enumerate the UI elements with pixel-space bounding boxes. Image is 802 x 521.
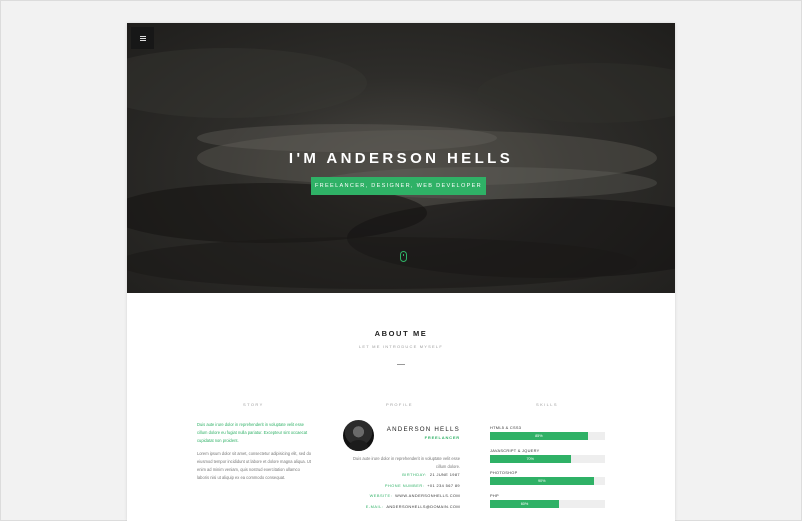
page-canvas: I'M ANDERSON HELLS FREELANCER, DESIGNER,… <box>127 23 675 521</box>
menu-button[interactable] <box>131 27 154 49</box>
info-key: PHONE NUMBER: <box>384 482 425 488</box>
hero-section: I'M ANDERSON HELLS FREELANCER, DESIGNER,… <box>127 23 675 293</box>
skill-bar-track: 60% <box>490 499 605 508</box>
story-body: Lorem ipsum dolor sit amet, consectetur … <box>197 451 312 480</box>
info-key: E-MAIL: <box>365 503 384 509</box>
profile-name: ANDERSON HELLS <box>386 426 460 433</box>
hero-title: I'M ANDERSON HELLS <box>288 150 514 167</box>
profile-info-birthday: BIRTHDAY: 21 JUNE 1987 <box>343 470 460 481</box>
skill-label: PHP <box>490 492 499 498</box>
skill-label: PHOTOSHOP <box>490 470 518 475</box>
profile-info-website: WEBSITE: WWW.ANDERSONHELLS.COM <box>343 491 460 502</box>
skill-item: JAVASCRIPT & JQUERY 70% <box>490 448 605 471</box>
skills-list: HTML5 & CSS3 85% JAVASCRIPT & JQUERY 70%… <box>490 425 605 515</box>
story-column: Duis aute irure dolor in reprehenderit i… <box>197 421 312 482</box>
skill-bar-fill: 60% <box>490 499 559 508</box>
profile-role: FREELANCER <box>424 435 460 440</box>
skills-heading: SKILLS <box>536 402 558 407</box>
skill-bar-track: 85% <box>490 432 605 440</box>
story-highlight: Duis aute irure dolor in reprehenderit i… <box>197 422 308 443</box>
info-key: BIRTHDAY: <box>402 472 427 477</box>
section-divider <box>397 364 405 365</box>
email-link[interactable]: ANDERSONHELLS@DOMAIN.COM <box>386 502 460 513</box>
mouse-icon[interactable] <box>400 251 407 262</box>
info-value: 21 JUNE 1987 <box>429 472 460 477</box>
profile-info-email: E-MAIL: ANDERSONHELLS@DOMAIN.COM <box>343 502 460 513</box>
hamburger-icon <box>139 35 146 41</box>
skill-bar-track: 70% <box>490 454 605 463</box>
profile-info-list: BIRTHDAY: 21 JUNE 1987 PHONE NUMBER: +01… <box>343 470 460 512</box>
info-key: WEBSITE: <box>369 493 393 498</box>
section-subtitle: LET ME INTRODUCE MYSELF <box>359 344 443 349</box>
website-link[interactable]: WWW.ANDERSONHELLS.COM <box>395 491 460 502</box>
avatar <box>343 420 374 451</box>
section-title: ABOUT ME <box>374 329 428 338</box>
story-heading: STORY <box>243 402 264 407</box>
skill-item: HTML5 & CSS3 85% <box>490 425 605 448</box>
skill-bar-track: 90% <box>490 477 605 485</box>
profile-info-phone: PHONE NUMBER: +01 234 567 89 <box>343 481 460 492</box>
profile-description: Duis aute irure dolor in reprehenderit i… <box>353 456 460 469</box>
info-value: +01 234 567 89 <box>427 482 460 488</box>
skill-label: JAVASCRIPT & JQUERY <box>490 447 540 453</box>
skill-bar-fill: 70% <box>490 454 571 463</box>
skill-item: PHP 60% <box>490 493 605 516</box>
skill-item: PHOTOSHOP 90% <box>490 470 605 493</box>
skill-bar-fill: 90% <box>490 477 594 485</box>
skill-label: HTML5 & CSS3 <box>490 425 522 430</box>
hero-tagline-badge: FREELANCER, DESIGNER, WEB DEVELOPER <box>311 177 486 195</box>
skill-bar-fill: 85% <box>490 432 588 440</box>
profile-heading: PROFILE <box>386 402 413 407</box>
